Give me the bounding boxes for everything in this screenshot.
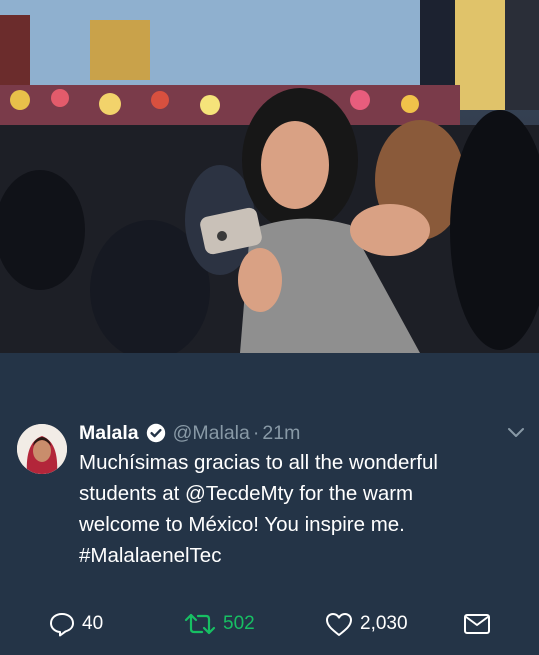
author-handle[interactable]: @Malala	[173, 422, 250, 445]
envelope-icon	[464, 614, 490, 634]
author-name[interactable]: Malala	[79, 422, 139, 445]
heart-icon	[326, 613, 352, 636]
author-avatar[interactable]	[17, 424, 67, 474]
retweet-count: 502	[223, 613, 255, 634]
retweet-button[interactable]: 502	[183, 607, 255, 641]
retweet-icon	[184, 613, 216, 635]
chevron-down-icon[interactable]	[505, 424, 527, 442]
like-count: 2,030	[360, 613, 408, 634]
like-button[interactable]: 2,030	[324, 607, 408, 641]
tweet-actions: 40 502 2,030	[0, 607, 539, 641]
tweet-header: Malala @Malala · 21m	[79, 420, 300, 446]
verified-badge-icon	[146, 423, 165, 443]
tweet-timestamp[interactable]: 21m	[262, 422, 300, 445]
tweet-photo[interactable]	[0, 0, 539, 353]
tweet-text: Muchísimas gracias to all the wonderful …	[79, 447, 519, 571]
reply-count: 40	[82, 613, 104, 634]
tweet-text-line: Muchísimas gracias to all the wonderful	[79, 451, 438, 474]
header-separator: ·	[252, 421, 260, 444]
tweet-text-line: students at @TecdeMty for the warm	[79, 482, 414, 505]
tweet-text-line: #MalalaenelTec	[79, 544, 222, 567]
reply-button[interactable]: 40	[48, 607, 103, 641]
avatar-icon	[17, 424, 67, 474]
photo-illustration	[0, 0, 539, 353]
reply-icon	[50, 613, 74, 637]
tweet-text-line: welcome to México! You inspire me.	[79, 513, 405, 536]
direct-message-button[interactable]	[462, 607, 498, 641]
